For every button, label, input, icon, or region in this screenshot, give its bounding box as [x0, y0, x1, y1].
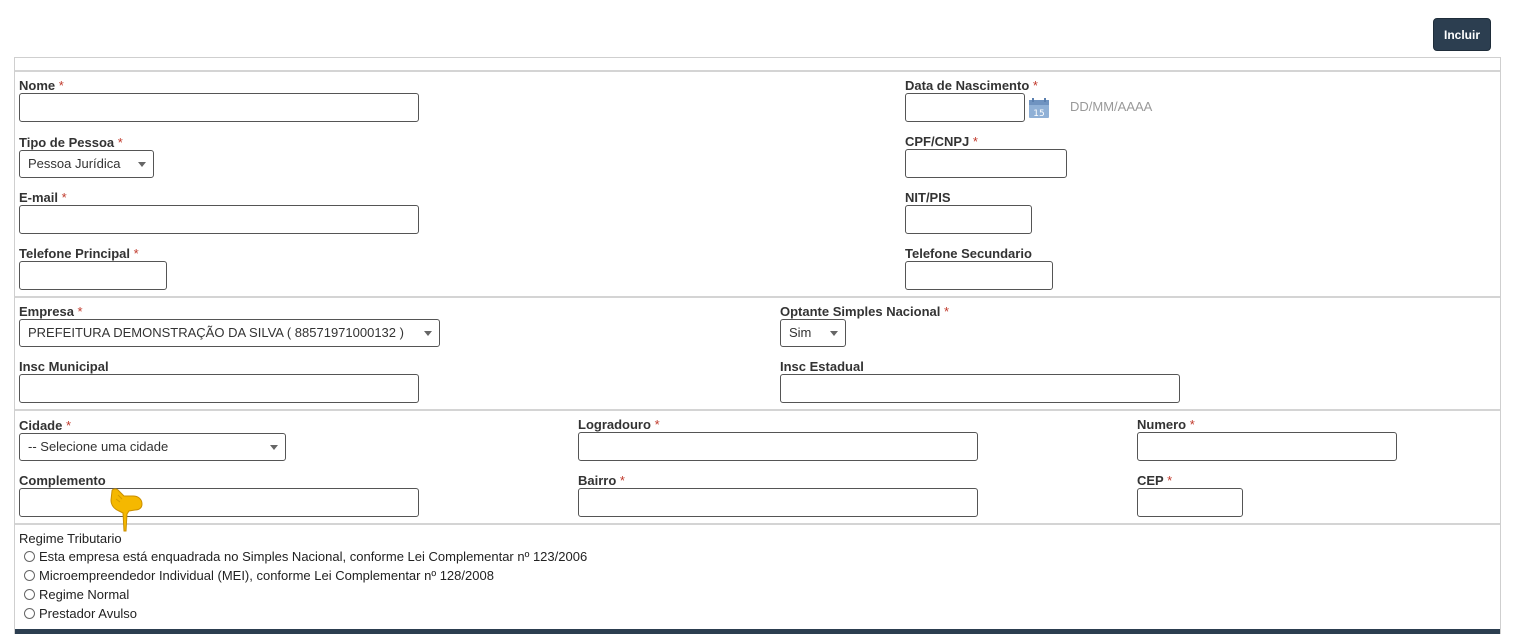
complemento-input[interactable]	[19, 488, 419, 517]
nome-input[interactable]	[19, 93, 419, 122]
radio-button[interactable]	[24, 550, 35, 562]
section-divider	[15, 523, 1500, 525]
cep-label: CEP *	[1137, 473, 1173, 488]
cidade-value: -- Selecione uma cidade	[28, 439, 169, 454]
regime-option-label: Regime Normal	[39, 586, 130, 602]
nit-pis-input[interactable]	[905, 205, 1032, 234]
nit-pis-label: NIT/PIS	[905, 190, 951, 205]
cep-input[interactable]	[1137, 488, 1243, 517]
telefone-principal-label: Telefone Principal *	[19, 246, 139, 261]
svg-text:15: 15	[1033, 109, 1044, 119]
chevron-down-icon	[138, 162, 146, 167]
radio-button[interactable]	[24, 569, 35, 581]
tipo-pessoa-label: Tipo de Pessoa *	[19, 135, 123, 150]
chevron-down-icon	[830, 331, 838, 336]
footer-bar	[15, 629, 1500, 634]
regime-option-mei[interactable]: Microempreendedor Individual (MEI), conf…	[24, 566, 494, 584]
regime-tributario-label: Regime Tributario	[19, 531, 122, 546]
telefone-principal-input[interactable]	[19, 261, 167, 290]
email-label: E-mail *	[19, 190, 67, 205]
regime-option-label: Microempreendedor Individual (MEI), conf…	[39, 567, 494, 583]
regime-option-normal[interactable]: Regime Normal	[24, 585, 129, 603]
insc-municipal-input[interactable]	[19, 374, 419, 403]
data-nascimento-label: Data de Nascimento *	[905, 78, 1038, 93]
regime-option-label: Prestador Avulso	[39, 605, 138, 621]
email-input[interactable]	[19, 205, 419, 234]
logradouro-input[interactable]	[578, 432, 978, 461]
logradouro-label: Logradouro *	[578, 417, 660, 432]
section-divider	[15, 70, 1500, 72]
cpf-cnpj-input[interactable]	[905, 149, 1067, 178]
bairro-input[interactable]	[578, 488, 978, 517]
optante-simples-label: Optante Simples Nacional *	[780, 304, 950, 319]
complemento-label: Complemento	[19, 473, 106, 488]
section-divider	[15, 296, 1500, 298]
tipo-pessoa-value: Pessoa Jurídica	[28, 156, 121, 171]
empresa-select[interactable]: PREFEITURA DEMONSTRAÇÃO DA SILVA ( 88571…	[19, 319, 440, 347]
calendar-icon[interactable]: 15	[1028, 97, 1050, 119]
optante-simples-value: Sim	[789, 325, 812, 340]
telefone-secundario-input[interactable]	[905, 261, 1053, 290]
empresa-label: Empresa *	[19, 304, 83, 319]
numero-label: Numero *	[1137, 417, 1195, 432]
insc-municipal-label: Insc Municipal	[19, 359, 109, 374]
cpf-cnpj-label: CPF/CNPJ *	[905, 134, 978, 149]
numero-input[interactable]	[1137, 432, 1397, 461]
cidade-label: Cidade *	[19, 418, 72, 433]
section-divider	[15, 409, 1500, 411]
tipo-pessoa-select[interactable]: Pessoa Jurídica	[19, 150, 154, 178]
incluir-button[interactable]: Incluir	[1433, 18, 1491, 51]
regime-option-simples[interactable]: Esta empresa está enquadrada no Simples …	[24, 547, 587, 565]
optante-simples-select[interactable]: Sim	[780, 319, 846, 347]
date-format-hint: DD/MM/AAAA	[1070, 99, 1153, 114]
telefone-secundario-label: Telefone Secundario	[905, 246, 1032, 261]
radio-button[interactable]	[24, 607, 35, 619]
data-nascimento-input[interactable]	[905, 93, 1025, 122]
insc-estadual-label: Insc Estadual	[780, 359, 864, 374]
radio-button[interactable]	[24, 588, 35, 600]
chevron-down-icon	[270, 445, 278, 450]
cidade-select[interactable]: -- Selecione uma cidade	[19, 433, 286, 461]
insc-estadual-input[interactable]	[780, 374, 1180, 403]
bairro-label: Bairro *	[578, 473, 625, 488]
regime-option-avulso[interactable]: Prestador Avulso	[24, 604, 137, 622]
empresa-value: PREFEITURA DEMONSTRAÇÃO DA SILVA ( 88571…	[28, 325, 404, 340]
chevron-down-icon	[424, 331, 432, 336]
nome-label: Nome *	[19, 78, 64, 93]
regime-option-label: Esta empresa está enquadrada no Simples …	[39, 548, 588, 564]
pointing-hand-icon	[110, 488, 143, 532]
